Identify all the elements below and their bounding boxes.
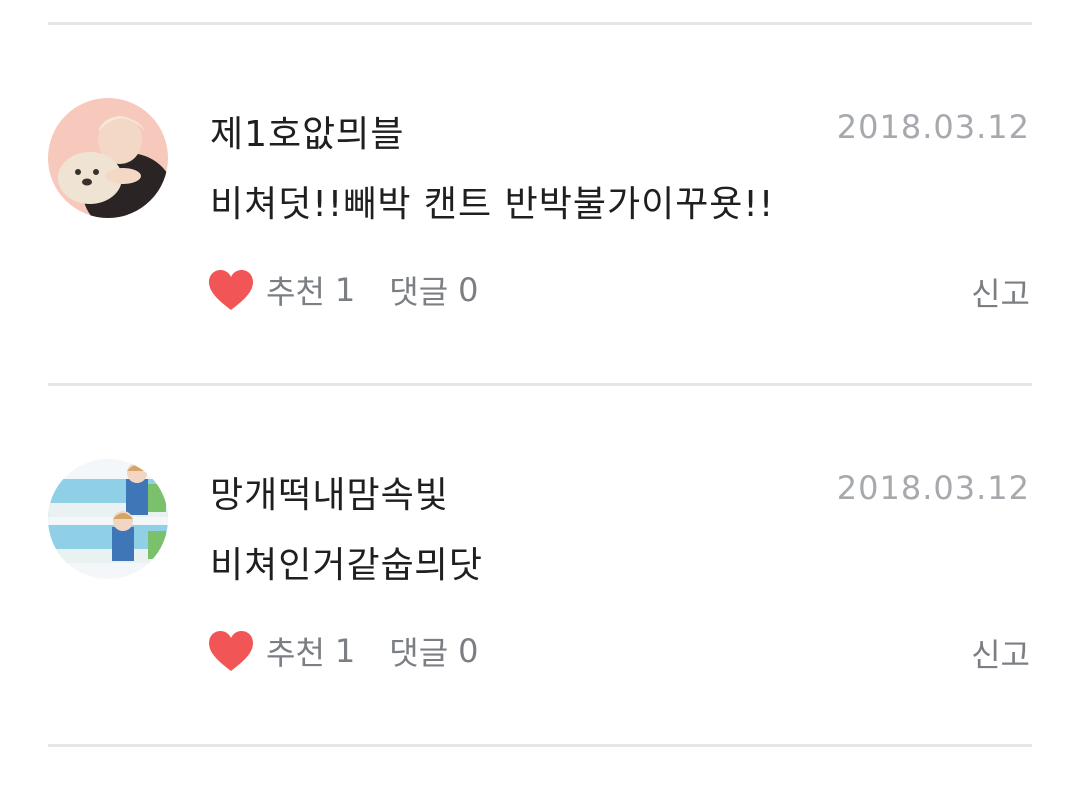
comment-item: 제1호앖믜블 2018.03.12 비쳐덧!!빼박 캔트 반박불가이꾸욧!! 추… [0, 25, 1080, 383]
recommend-count: 1 [334, 271, 356, 309]
avatar-image [48, 459, 168, 579]
avatar[interactable] [48, 459, 168, 579]
comment-date: 2018.03.12 [836, 108, 1030, 146]
heart-icon[interactable] [208, 630, 254, 672]
report-button[interactable]: 신고 [971, 630, 1030, 676]
comment-date: 2018.03.12 [836, 469, 1030, 507]
comment-list: 제1호앖믜블 2018.03.12 비쳐덧!!빼박 캔트 반박불가이꾸욧!! 추… [0, 0, 1080, 810]
recommend-label[interactable]: 추천 [266, 267, 325, 313]
username[interactable]: 망개떡내맘속빛 [210, 466, 449, 518]
reply-label[interactable]: 댓글 [389, 267, 448, 313]
comment-item: 망개떡내맘속빛 2018.03.12 비쳐인거같숩믜닷 추천 1 댓글 0 신고 [0, 386, 1080, 744]
heart-icon[interactable] [208, 269, 254, 311]
comment-actions: 추천 1 댓글 0 [208, 265, 479, 315]
reply-count: 0 [458, 271, 479, 309]
avatar-image [48, 98, 168, 218]
reply-label[interactable]: 댓글 [389, 628, 448, 674]
comment-text: 비쳐덧!!빼박 캔트 반박불가이꾸욧!! [210, 184, 775, 225]
username[interactable]: 제1호앖믜블 [210, 105, 405, 157]
divider [48, 744, 1032, 747]
comment-actions: 추천 1 댓글 0 [208, 626, 479, 676]
recommend-label[interactable]: 추천 [266, 628, 325, 674]
avatar[interactable] [48, 98, 168, 218]
recommend-count: 1 [334, 632, 356, 670]
comment-text: 비쳐인거같숩믜닷 [210, 545, 483, 586]
report-button[interactable]: 신고 [971, 269, 1030, 315]
reply-count: 0 [458, 632, 479, 670]
